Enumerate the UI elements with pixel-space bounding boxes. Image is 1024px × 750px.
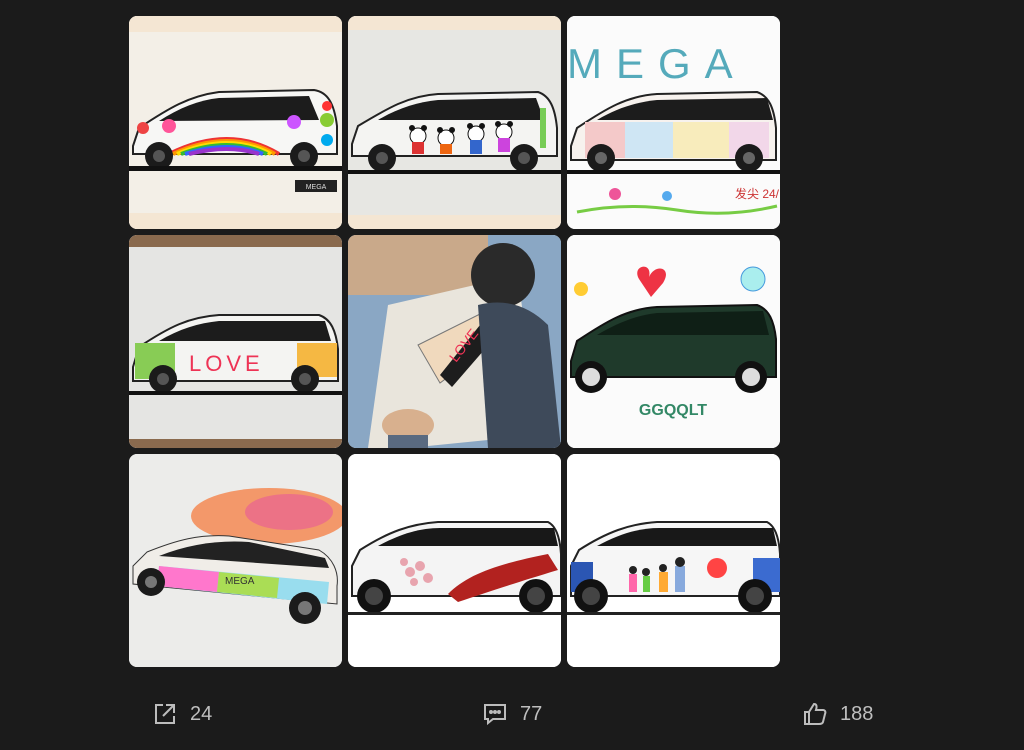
- family-car-render: [567, 454, 780, 667]
- like-count: 188: [840, 702, 874, 725]
- child-drawing-photo: LOVE: [348, 235, 561, 448]
- ggqqlt-drawn-text: GGQQLT: [639, 402, 707, 419]
- panda-car-drawing: [348, 16, 561, 229]
- green-car-drawing: GGQQLT: [567, 235, 780, 448]
- love-car-drawing: LOVE: [129, 235, 342, 448]
- image-tile-4[interactable]: LOVE: [129, 235, 342, 448]
- image-tile-2[interactable]: [348, 16, 561, 229]
- image-tile-7[interactable]: MEGA: [129, 454, 342, 667]
- comment-button[interactable]: 77: [480, 692, 542, 736]
- image-tile-9[interactable]: [567, 454, 780, 667]
- mega-plate-text: MEGA: [306, 184, 327, 191]
- post-action-bar: 24 77 188: [0, 692, 1024, 736]
- share-button[interactable]: 24: [150, 692, 212, 736]
- image-tile-5[interactable]: LOVE: [348, 235, 561, 448]
- image-tile-1[interactable]: MEGA: [129, 16, 342, 229]
- comment-count: 77: [520, 702, 543, 725]
- like-button[interactable]: 188: [800, 692, 873, 736]
- mega-drawn-text: MEGA: [567, 40, 747, 87]
- image-tile-6[interactable]: GGQQLT: [567, 235, 780, 448]
- share-count: 24: [190, 702, 213, 725]
- rainbow-car-drawing: MEGA: [129, 16, 342, 229]
- share-icon: [150, 699, 180, 729]
- love-drawn-text: LOVE: [189, 351, 264, 376]
- mega-pastel-car-drawing: MEGA 发尖 24/: [567, 16, 780, 229]
- image-grid: MEGA MEGA 发尖 24/ LOVE LOVE GGQQLT MEGA: [129, 16, 781, 668]
- mega-small-text: MEGA: [225, 576, 255, 587]
- signature-text: 发尖 24/: [735, 186, 780, 201]
- image-tile-8[interactable]: [348, 454, 561, 667]
- crayon-car-photo: MEGA: [129, 454, 342, 667]
- image-tile-3[interactable]: MEGA 发尖 24/: [567, 16, 780, 229]
- comment-icon: [480, 699, 510, 729]
- blossom-car-render: [348, 454, 561, 667]
- thumbs-up-icon: [800, 699, 830, 729]
